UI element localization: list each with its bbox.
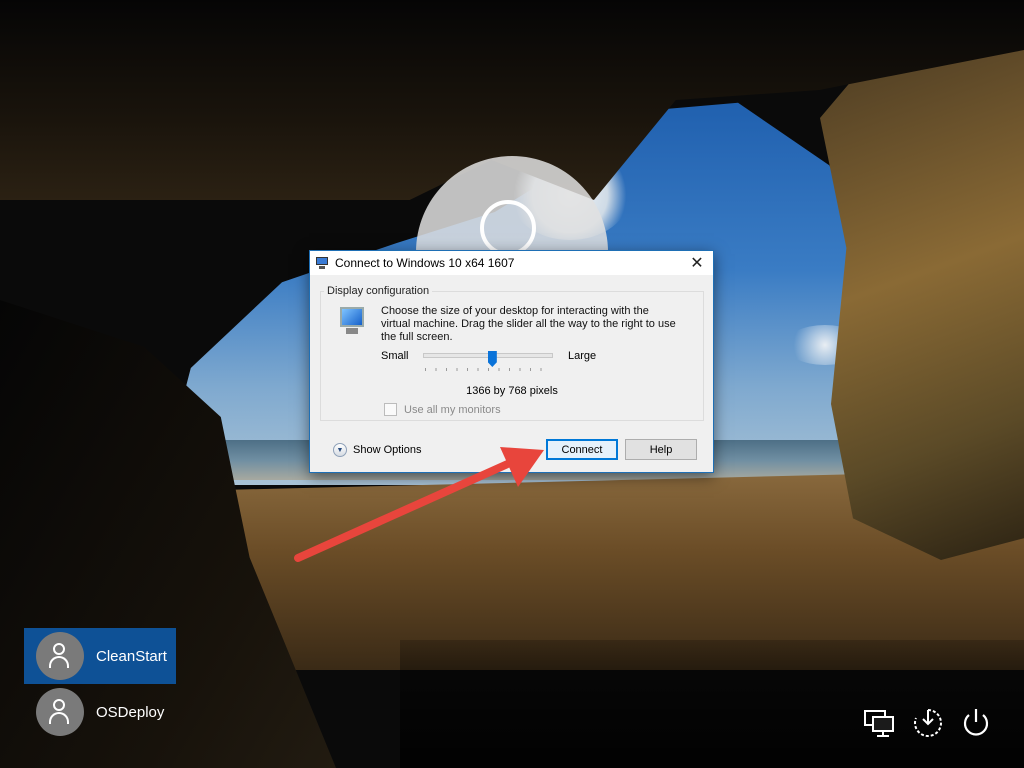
connect-dialog: Connect to Windows 10 x64 1607 ✕ Display… bbox=[309, 250, 714, 473]
close-icon: ✕ bbox=[690, 255, 704, 272]
connect-button[interactable]: Connect bbox=[546, 439, 618, 460]
chevron-down-icon: ▼ bbox=[333, 443, 347, 457]
user-avatar-icon bbox=[36, 632, 84, 680]
use-all-monitors-checkbox[interactable] bbox=[384, 403, 397, 416]
user-name: OSDeploy bbox=[96, 703, 165, 721]
slider-thumb[interactable] bbox=[487, 351, 497, 367]
cave-shadow bbox=[400, 640, 1024, 768]
use-all-monitors-row: Use all my monitors bbox=[384, 403, 501, 416]
description-text: Choose the size of your desktop for inte… bbox=[381, 305, 676, 343]
user-head-icon bbox=[480, 200, 536, 256]
close-button[interactable]: ✕ bbox=[681, 251, 713, 275]
help-button[interactable]: Help bbox=[625, 439, 697, 460]
dialog-titlebar[interactable]: Connect to Windows 10 x64 1607 ✕ bbox=[310, 251, 713, 275]
slider-min-label: Small bbox=[381, 350, 409, 362]
resolution-text: 1366 by 768 pixels bbox=[466, 385, 558, 397]
accessibility-icon[interactable] bbox=[911, 706, 945, 740]
monitor-icon bbox=[338, 306, 368, 340]
dialog-title: Connect to Windows 10 x64 1607 bbox=[335, 256, 515, 270]
checkbox-label: Use all my monitors bbox=[404, 403, 501, 416]
user-name: CleanStart bbox=[96, 647, 167, 665]
group-label: Display configuration bbox=[324, 285, 433, 297]
slider-ticks bbox=[425, 368, 551, 371]
cave-rock-right bbox=[820, 40, 1024, 560]
vm-connect-icon bbox=[315, 256, 329, 270]
network-icon[interactable] bbox=[862, 706, 896, 740]
size-slider-row: Small Large bbox=[381, 348, 641, 376]
user-item-cleanstart[interactable]: CleanStart bbox=[24, 628, 176, 684]
slider-max-label: Large bbox=[568, 350, 597, 362]
user-avatar-icon bbox=[36, 688, 84, 736]
power-icon[interactable] bbox=[959, 706, 993, 740]
size-slider[interactable] bbox=[423, 351, 553, 367]
user-item-osdeploy[interactable]: OSDeploy bbox=[24, 684, 176, 740]
show-options-label: Show Options bbox=[353, 444, 422, 456]
show-options-toggle[interactable]: ▼ Show Options bbox=[333, 443, 421, 457]
